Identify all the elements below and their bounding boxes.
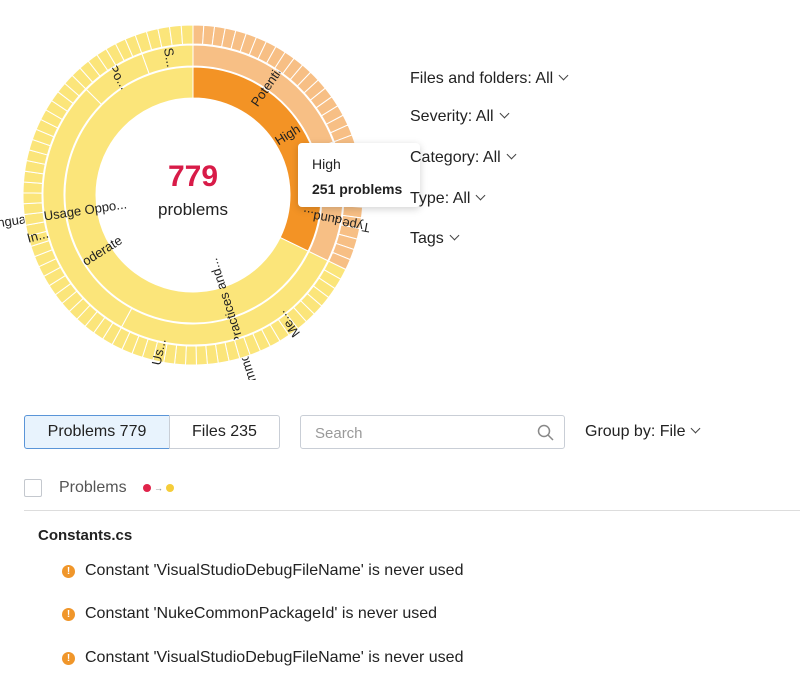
group-by-dropdown[interactable]: Group by: File: [585, 423, 701, 441]
search-icon[interactable]: [537, 424, 554, 441]
total-count: 779: [167, 160, 219, 193]
tooltip-value: 251 problems: [312, 181, 403, 197]
high-severity-dot: [143, 484, 151, 492]
type-segment[interactable]: [168, 24, 184, 47]
chevron-down-icon: [449, 230, 460, 241]
chevron-down-icon: [506, 149, 517, 160]
list-item[interactable]: ! Constant 'VisualStudioDebugFileName' is…: [62, 649, 463, 667]
chevron-down-icon: [476, 190, 486, 201]
type-segment[interactable]: [195, 344, 208, 366]
type-segment[interactable]: [22, 192, 43, 205]
filter-category[interactable]: Category: All: [410, 149, 517, 167]
chevron-down-icon: [558, 70, 569, 81]
search-box[interactable]: [300, 415, 565, 449]
search-input[interactable]: [313, 424, 527, 443]
list-item[interactable]: ! Constant 'VisualStudioDebugFileName' is…: [62, 562, 463, 580]
chart-tooltip: High 251 problems: [298, 143, 420, 207]
total-label: problems: [158, 200, 228, 219]
filter-type[interactable]: Type: All: [410, 190, 486, 208]
list-item[interactable]: ! Constant 'NukeCommonPackageId' is never…: [62, 605, 437, 623]
warning-icon: !: [62, 651, 75, 665]
warning-icon: !: [62, 564, 75, 578]
divider: [24, 510, 800, 511]
warning-icon: !: [62, 607, 75, 621]
filter-severity[interactable]: Severity: All: [410, 108, 510, 126]
item-text: Constant 'NukeCommonPackageId' is never …: [85, 605, 438, 622]
file-group-title: Constants.cs: [38, 527, 133, 544]
filter-label: Tags: [410, 230, 444, 247]
problems-column-header[interactable]: Problems: [59, 479, 127, 497]
chevron-down-icon: [691, 423, 701, 434]
type-segment[interactable]: [22, 202, 44, 216]
type-segment[interactable]: [180, 24, 194, 45]
filter-tags[interactable]: Tags: [410, 230, 460, 248]
tab-problems[interactable]: Problems 779: [24, 415, 170, 449]
type-segment[interactable]: [184, 345, 197, 366]
tab-files[interactable]: Files 235: [169, 415, 280, 449]
filter-label: Category: All: [410, 149, 501, 166]
moderate-severity-dot: [166, 484, 174, 492]
type-segment[interactable]: [192, 24, 205, 45]
filter-label: Files and folders: All: [410, 70, 554, 87]
item-text: Constant 'VisualStudioDebugFileName' is …: [85, 649, 464, 666]
select-all-checkbox[interactable]: [24, 479, 42, 497]
filter-files-folders[interactable]: Files and folders: All: [410, 70, 569, 88]
severity-sort-indicator[interactable]: →: [143, 483, 174, 493]
tooltip-title: High: [312, 156, 341, 172]
chevron-down-icon: [499, 108, 510, 119]
filter-label: Severity: All: [410, 108, 494, 125]
group-by-label: Group by: File: [585, 423, 686, 440]
filter-label: Type: All: [410, 190, 471, 207]
arrow-right-icon: →: [154, 483, 163, 493]
item-text: Constant 'VisualStudioDebugFileName' is …: [85, 562, 464, 579]
type-segment[interactable]: [205, 343, 219, 365]
